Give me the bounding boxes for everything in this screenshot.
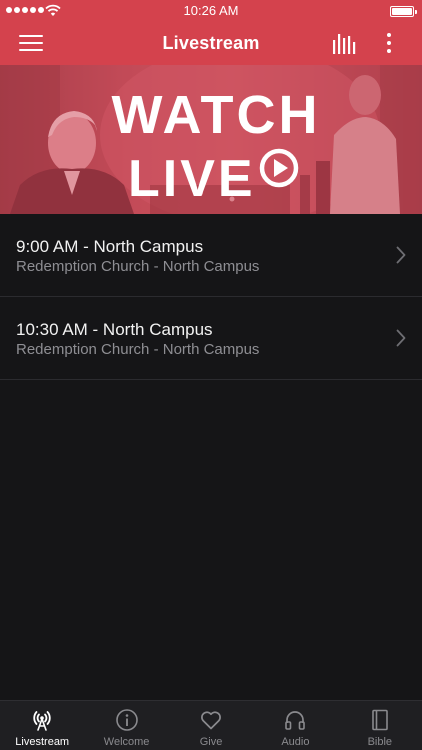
broadcast-icon <box>33 711 51 731</box>
page-title: Livestream <box>162 33 260 53</box>
list-item[interactable]: 9:00 AM - North Campus Redemption Church… <box>0 214 422 297</box>
tab-audio[interactable]: Audio <box>253 701 337 750</box>
tab-give[interactable]: Give <box>169 701 253 750</box>
heart-icon <box>201 711 221 730</box>
tab-welcome[interactable]: Welcome <box>84 701 168 750</box>
banner-headline-watch: WATCH <box>111 85 321 145</box>
tab-label: Livestream <box>15 736 70 748</box>
chevron-right-icon <box>396 329 406 347</box>
tab-bible[interactable]: Bible <box>338 701 422 750</box>
list-item-subtitle: Redemption Church - North Campus <box>16 341 260 358</box>
status-time: 10:26 AM <box>183 3 239 18</box>
tab-label: Welcome <box>103 736 150 748</box>
navigation-bar: Livestream <box>0 22 422 65</box>
tab-label: Bible <box>367 736 393 748</box>
audio-bars-icon[interactable] <box>332 32 358 54</box>
list-item-subtitle: Redemption Church - North Campus <box>16 258 260 275</box>
tab-label: Give <box>199 736 223 748</box>
book-icon <box>372 709 388 731</box>
info-icon <box>115 709 138 731</box>
status-bar: 10:26 AM <box>0 0 422 22</box>
more-vertical-icon[interactable] <box>380 31 400 57</box>
tab-livestream[interactable]: Livestream <box>0 701 84 750</box>
banner-headline-live: LIVE <box>128 150 256 208</box>
tab-label: Audio <box>281 736 310 748</box>
watch-live-banner[interactable]: WATCH LIVE <box>0 65 422 214</box>
battery-icon <box>390 6 417 17</box>
list-item-title: 10:30 AM - North Campus <box>16 320 213 339</box>
play-circle-icon[interactable] <box>258 147 300 189</box>
tab-bar: Livestream Welcome Give Audio Bible <box>0 700 422 750</box>
livestream-list: 9:00 AM - North Campus Redemption Church… <box>0 214 422 380</box>
chevron-right-icon <box>396 246 406 264</box>
list-item-title: 9:00 AM - North Campus <box>16 237 204 256</box>
list-item[interactable]: 10:30 AM - North Campus Redemption Churc… <box>0 297 422 380</box>
headphones-icon <box>285 711 306 730</box>
